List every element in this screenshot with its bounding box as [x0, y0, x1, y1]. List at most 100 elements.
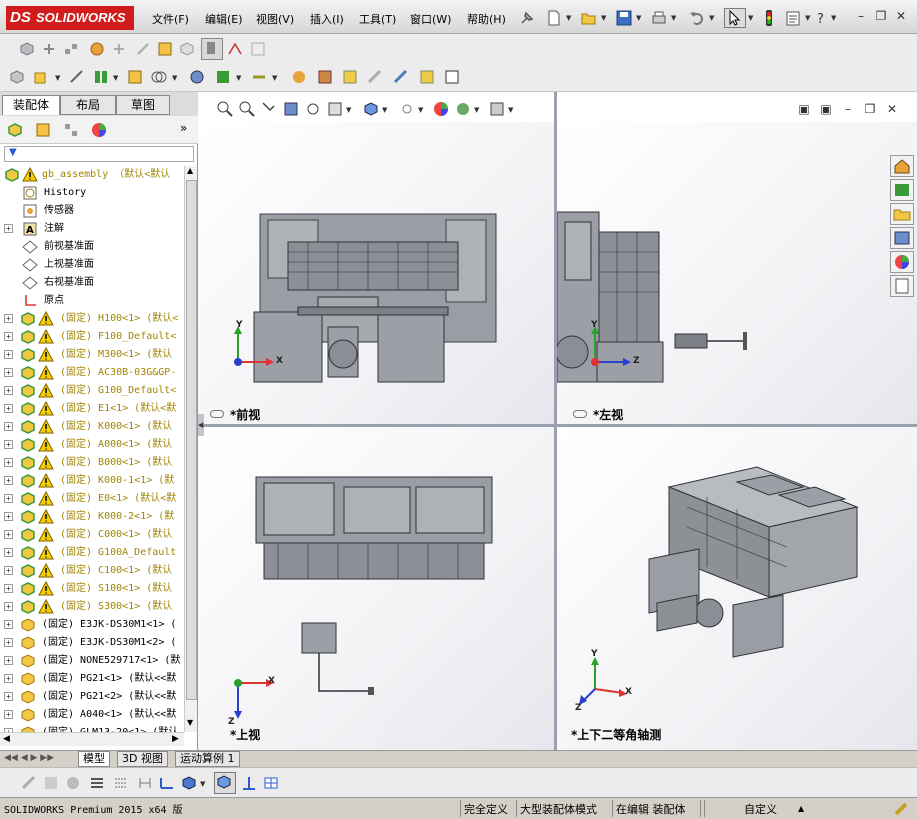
expand-plus-icon[interactable]: + — [4, 692, 13, 701]
minimize-icon[interactable]: – — [853, 9, 869, 25]
tree-item[interactable]: + (固定) F100_Default< — [0, 328, 184, 346]
large-assembly-settings-icon[interactable] — [341, 68, 359, 86]
tree-filter-input[interactable]: ▼ — [4, 146, 194, 162]
tree-item[interactable]: 上视基准面 — [0, 256, 184, 274]
tree-item[interactable]: 右视基准面 — [0, 274, 184, 292]
tree-item[interactable]: + (固定) E1<1> (默认<默 — [0, 400, 184, 418]
chevron-down-icon[interactable]: ▼ — [474, 106, 479, 114]
viewport-link-icon[interactable] — [210, 410, 224, 418]
expand-plus-icon[interactable]: + — [4, 710, 13, 719]
expand-plus-icon[interactable]: + — [4, 602, 13, 611]
reference-geometry-icon[interactable] — [178, 40, 196, 58]
tree-item[interactable]: + (固定) A040<1> (默认<<默 — [0, 706, 184, 724]
restore-icon[interactable]: ❐ — [873, 9, 889, 25]
tab-assembly[interactable]: 装配体 — [2, 95, 60, 115]
display-manager-tab-icon[interactable] — [90, 121, 108, 139]
display-style-icon[interactable] — [362, 100, 380, 118]
view-palette-icon[interactable] — [890, 227, 914, 249]
3d-sketch-icon[interactable] — [418, 68, 436, 86]
chevron-down-icon[interactable]: ▼ — [172, 74, 177, 82]
menu-help[interactable]: 帮助(H) — [467, 11, 506, 27]
tab-model[interactable]: 模型 — [78, 751, 110, 767]
configuration-manager-tab-icon[interactable] — [62, 121, 80, 139]
expand-plus-icon[interactable]: + — [4, 350, 13, 359]
feature-manager-tab-icon[interactable] — [6, 121, 24, 139]
speedpak-icon[interactable] — [366, 68, 384, 86]
file-properties-icon[interactable] — [784, 9, 802, 27]
grid-icon[interactable] — [112, 774, 130, 792]
new-motion-study-icon[interactable] — [201, 38, 223, 60]
expand-plus-icon[interactable]: + — [4, 674, 13, 683]
view-settings-icon[interactable] — [488, 100, 506, 118]
chevron-down-icon[interactable]: ▼ — [272, 74, 277, 82]
tree-item[interactable]: + (固定) K000<1> (默认 — [0, 418, 184, 436]
chevron-down-icon[interactable]: ▼ — [113, 74, 118, 82]
viewport-link-icon[interactable]: ▣ — [818, 102, 834, 118]
expand-plus-icon[interactable]: + — [4, 494, 13, 503]
tab-3d-views[interactable]: 3D 视图 — [117, 751, 168, 767]
chevron-down-icon[interactable]: ▼ — [831, 14, 836, 22]
view-orientation-icon[interactable] — [326, 100, 344, 118]
component-preview-icon[interactable] — [126, 68, 144, 86]
tree-item[interactable]: + (固定) C000<1> (默认 — [0, 526, 184, 544]
viewport-splitter-horizontal[interactable] — [198, 424, 917, 427]
tree-item[interactable]: + (固定) K000-2<1> (默 — [0, 508, 184, 526]
tree-item[interactable]: History — [0, 184, 184, 202]
solidworks-logo[interactable]: DS SOLIDWORKS — [6, 6, 134, 30]
mate-icon[interactable] — [40, 40, 58, 58]
dimension-icon[interactable] — [158, 774, 176, 792]
expand-plus-icon[interactable]: + — [4, 656, 13, 665]
tree-item[interactable]: + (固定) S100<1> (默认 — [0, 580, 184, 598]
toolbox-icon[interactable] — [290, 68, 308, 86]
performance-evaluation-icon[interactable] — [214, 68, 232, 86]
insert-component-icon[interactable] — [8, 68, 26, 86]
display-pane-icon[interactable] — [42, 774, 60, 792]
chevron-down-icon[interactable]: ▼ — [566, 14, 571, 22]
scroll-down-icon[interactable]: ▼ — [187, 718, 193, 727]
assembly-features-icon[interactable] — [156, 40, 174, 58]
expand-plus-icon[interactable]: + — [4, 638, 13, 647]
expand-plus-icon[interactable]: + — [4, 422, 13, 431]
tab-layout[interactable]: 布局 — [60, 95, 116, 115]
chevron-down-icon[interactable]: ▼ — [55, 74, 60, 82]
expand-plus-icon[interactable]: + — [4, 548, 13, 557]
tree-item[interactable]: + (固定) C100<1> (默认 — [0, 562, 184, 580]
expand-plus-icon[interactable]: + — [4, 476, 13, 485]
tree-item[interactable]: + (固定) A000<1> (默认 — [0, 436, 184, 454]
shaded-display-icon[interactable] — [180, 774, 198, 792]
viewport-close-icon[interactable]: ✕ — [884, 102, 900, 118]
tree-item[interactable]: + (固定) E0<1> (默认<默 — [0, 490, 184, 508]
menu-view[interactable]: 视图(V) — [256, 11, 294, 27]
panel-expand-icon[interactable]: » — [180, 121, 187, 135]
tree-scroll-thumb[interactable] — [186, 180, 197, 700]
expand-plus-icon[interactable]: + — [4, 440, 13, 449]
chevron-down-icon[interactable]: ▼ — [418, 106, 423, 114]
exploded-view-icon[interactable] — [249, 40, 267, 58]
menu-insert[interactable]: 插入(I) — [310, 11, 344, 27]
tree-item[interactable]: + (固定) E3JK-DS30M1<2> ( — [0, 634, 184, 652]
design-library-icon[interactable] — [890, 179, 914, 201]
expand-plus-icon[interactable]: + — [4, 404, 13, 413]
interference-detection-icon[interactable] — [150, 68, 168, 86]
viewport-link-icon[interactable] — [573, 410, 587, 418]
tree-item[interactable]: + (固定) AC30B-03G&GP- — [0, 364, 184, 382]
tree-item[interactable]: 传感器 — [0, 202, 184, 220]
rebuild-status-icon[interactable] — [892, 800, 910, 818]
chevron-down-icon[interactable]: ▼ — [636, 14, 641, 22]
tree-item[interactable]: + (固定) H100<1> (默认< — [0, 310, 184, 328]
expand-plus-icon[interactable]: + — [4, 314, 13, 323]
viewport-left[interactable]: Y Z *左视 — [557, 122, 917, 424]
status-units-up-icon[interactable]: ▲ — [798, 804, 804, 813]
tree-item[interactable]: + (固定) M300<1> (默认 — [0, 346, 184, 364]
menu-window[interactable]: 窗口(W) — [410, 11, 451, 27]
table-view-icon[interactable] — [262, 774, 280, 792]
dynamic-annotation-icon[interactable] — [304, 100, 322, 118]
appearances-scenes-icon[interactable] — [890, 251, 914, 273]
normal-to-icon[interactable] — [240, 774, 258, 792]
tree-item[interactable]: + (固定) B000<1> (默认 — [0, 454, 184, 472]
viewport-isometric[interactable]: Y X Z *上下二等角轴测 — [557, 427, 917, 750]
tree-item[interactable]: + A 注解 — [0, 220, 184, 238]
chevron-down-icon[interactable]: ▼ — [200, 780, 205, 788]
expand-plus-icon[interactable]: + — [4, 368, 13, 377]
close-icon[interactable]: ✕ — [893, 9, 909, 25]
